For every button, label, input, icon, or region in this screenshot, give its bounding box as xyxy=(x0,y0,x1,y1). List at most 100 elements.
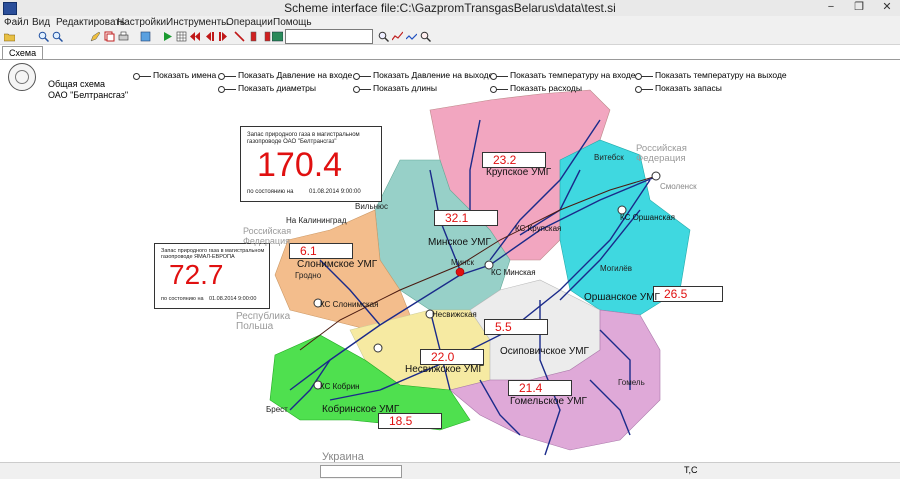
toggle-knob-icon xyxy=(353,85,371,93)
legend-title-line1: Общая схема xyxy=(48,79,106,89)
step-forward-icon[interactable] xyxy=(218,31,229,42)
print-icon[interactable] xyxy=(118,31,129,42)
yamal-asof-date: 01.08.2014 9:00:00 xyxy=(209,296,257,302)
label-to-kaliningrad: На Калининград xyxy=(286,216,347,225)
station-marker-grodno[interactable] xyxy=(373,343,383,353)
toggle-show-flows[interactable]: Показать расходы xyxy=(490,83,582,93)
toggle-knob-icon xyxy=(490,85,508,93)
open-folder-icon[interactable] xyxy=(4,31,15,42)
status-field xyxy=(320,465,402,478)
zoom-in-icon[interactable] xyxy=(38,31,49,42)
toggle-show-temp-out[interactable]: Показать температуру на выходе xyxy=(635,70,787,80)
step-back-icon[interactable] xyxy=(204,31,215,42)
company-logo-icon xyxy=(8,63,36,91)
menu-help[interactable]: Помощь xyxy=(273,16,312,30)
station-orshanskaya: КС Оршанская xyxy=(620,213,675,222)
region-value-gomelskoe[interactable]: 21.4 xyxy=(508,380,572,396)
menu-edit[interactable]: Редактировать xyxy=(56,16,125,30)
region-value-slonimskoe[interactable]: 6.1 xyxy=(289,243,353,259)
menu-operations[interactable]: Операции xyxy=(226,16,273,30)
search-input[interactable] xyxy=(285,29,373,44)
region-value-krupskoe[interactable]: 23.2 xyxy=(482,152,546,168)
region-value-kobrinskoe[interactable]: 18.5 xyxy=(378,413,442,429)
region-value-minskoe[interactable]: 32.1 xyxy=(434,210,498,226)
toolbar xyxy=(0,30,900,45)
restore-button[interactable]: ❐ xyxy=(846,0,872,15)
toggle-knob-icon xyxy=(490,72,508,80)
toggle-show-pressure-out[interactable]: Показать Давление на выходе xyxy=(353,70,493,80)
station-slonimskaya: КС Слонимская xyxy=(320,300,379,309)
pencil-icon[interactable] xyxy=(90,31,101,42)
label-ukraine: Украина xyxy=(322,451,364,463)
city-mogilev: Могилёв xyxy=(600,264,632,273)
find-icon[interactable] xyxy=(420,31,431,42)
yamal-asof-label: по состоянию на xyxy=(161,296,204,302)
chart-icon[interactable] xyxy=(406,31,417,42)
window-title: Scheme interface file:C:\GazpromTransgas… xyxy=(284,1,616,15)
region-value-osipovichskoe[interactable]: 5.5 xyxy=(484,319,548,335)
region-value-orshanskoe[interactable]: 26.5 xyxy=(653,286,723,302)
status-bar: Т,С xyxy=(0,462,900,479)
city-smolensk: Смоленск xyxy=(660,182,697,191)
menu-tools[interactable]: Инструменты xyxy=(166,16,228,30)
station-marker-smolensk[interactable] xyxy=(651,171,661,181)
reserve-panel-yamal: Запас природного газа в магистральном га… xyxy=(154,243,270,309)
city-minsk: Минск xyxy=(451,258,475,267)
export-icon[interactable] xyxy=(140,31,151,42)
toggle-show-diameters[interactable]: Показать диаметры xyxy=(218,83,316,93)
minimize-button[interactable]: − xyxy=(818,0,844,15)
region-name-gomelskoe: Гомельское УМГ xyxy=(510,396,587,407)
reserve-value-yamal: 72.7 xyxy=(169,259,224,290)
city-vitebsk: Витебск xyxy=(594,153,624,162)
minsk-marker[interactable] xyxy=(455,267,465,277)
copy-icon[interactable] xyxy=(104,31,115,42)
play-icon[interactable] xyxy=(162,31,173,42)
reserve-caption-line1: Запас природного газа в магистральном xyxy=(247,132,360,138)
toggle-knob-icon xyxy=(133,72,151,80)
label-russia-west: Российская Федерация xyxy=(243,226,292,246)
battery-icon[interactable] xyxy=(248,31,259,42)
cut-icon[interactable] xyxy=(234,31,245,42)
city-brest: Брест xyxy=(266,405,288,414)
city-gomel: Гомель xyxy=(618,378,645,387)
tab-scheme[interactable]: Схема xyxy=(2,46,44,60)
toggle-knob-icon xyxy=(635,72,653,80)
menu-view[interactable]: Вид xyxy=(32,16,50,30)
station-nesvizhskaya: Несвижская xyxy=(432,310,477,319)
toggle-knob-icon xyxy=(218,72,236,80)
menu-file[interactable]: Файл xyxy=(4,16,29,30)
close-button[interactable]: ✕ xyxy=(874,0,900,15)
legend-title: Общая схема ОАО "Белтрансгаз" xyxy=(48,79,128,101)
chart-line-icon[interactable] xyxy=(392,31,403,42)
region-name-nesvizhskoe: Несвижское УМГ xyxy=(405,364,484,375)
region-value-nesvizhskoe[interactable]: 22.0 xyxy=(420,349,484,365)
toggle-knob-icon xyxy=(635,85,653,93)
region-name-krupskoe: Крупское УМГ xyxy=(486,167,552,178)
toggle-show-pressure-in[interactable]: Показать Давление на входе xyxy=(218,70,352,80)
toggle-knob-icon xyxy=(218,85,236,93)
grid-icon[interactable] xyxy=(176,31,187,42)
search-icon[interactable] xyxy=(378,31,389,42)
label-russia-east: Российская Федерация xyxy=(636,143,687,164)
title-bar: Scheme interface file:C:\GazpromTransgas… xyxy=(0,0,900,16)
panel-icon[interactable] xyxy=(272,31,283,42)
belarus-map xyxy=(269,89,691,456)
menu-bar: Файл Вид Редактировать Настройки Инструм… xyxy=(0,16,900,30)
reserve-value-main: 170.4 xyxy=(257,146,343,184)
menu-settings[interactable]: Настройки xyxy=(117,16,166,30)
region-name-osipovichskoe: Осиповичское УМГ xyxy=(500,346,589,357)
legend-title-line2: ОАО "Белтрансгаз" xyxy=(48,90,129,100)
label-poland: Республика Польша xyxy=(236,311,291,332)
city-vilnius: Вильнюс xyxy=(355,202,389,211)
toggle-knob-icon xyxy=(353,72,371,80)
zoom-out-icon[interactable] xyxy=(52,31,63,42)
rewind-icon[interactable] xyxy=(190,31,201,42)
region-name-orshanskoe: Оршанское УМГ xyxy=(584,292,660,303)
toggle-show-reserves[interactable]: Показать запасы xyxy=(635,83,722,93)
toggle-show-lengths[interactable]: Показать длины xyxy=(353,83,437,93)
region-name-slonimskoe: Слонимское УМГ xyxy=(297,259,378,270)
region-name-minskoe: Минское УМГ xyxy=(428,237,491,248)
toggle-show-names[interactable]: Показать имена xyxy=(133,70,216,80)
reserve-asof-label: по состоянию на xyxy=(247,189,294,195)
toggle-show-temp-in[interactable]: Показать температуру на входе xyxy=(490,70,636,80)
